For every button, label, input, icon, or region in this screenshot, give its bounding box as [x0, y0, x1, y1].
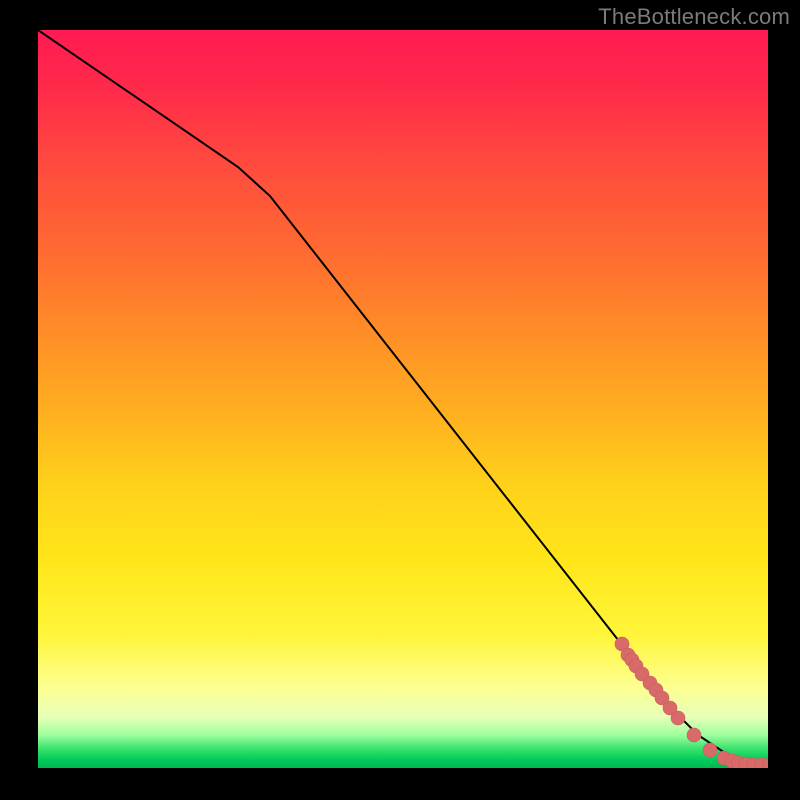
scatter-point: [671, 711, 685, 725]
scatter-point: [703, 743, 717, 757]
plot-area: [38, 30, 768, 768]
overlay-svg: [38, 30, 768, 768]
attribution-text: TheBottleneck.com: [598, 4, 790, 30]
scatter-point: [687, 728, 701, 742]
bottleneck-curve: [38, 30, 768, 764]
chart-stage: TheBottleneck.com: [0, 0, 800, 800]
scatter-points: [615, 637, 768, 768]
